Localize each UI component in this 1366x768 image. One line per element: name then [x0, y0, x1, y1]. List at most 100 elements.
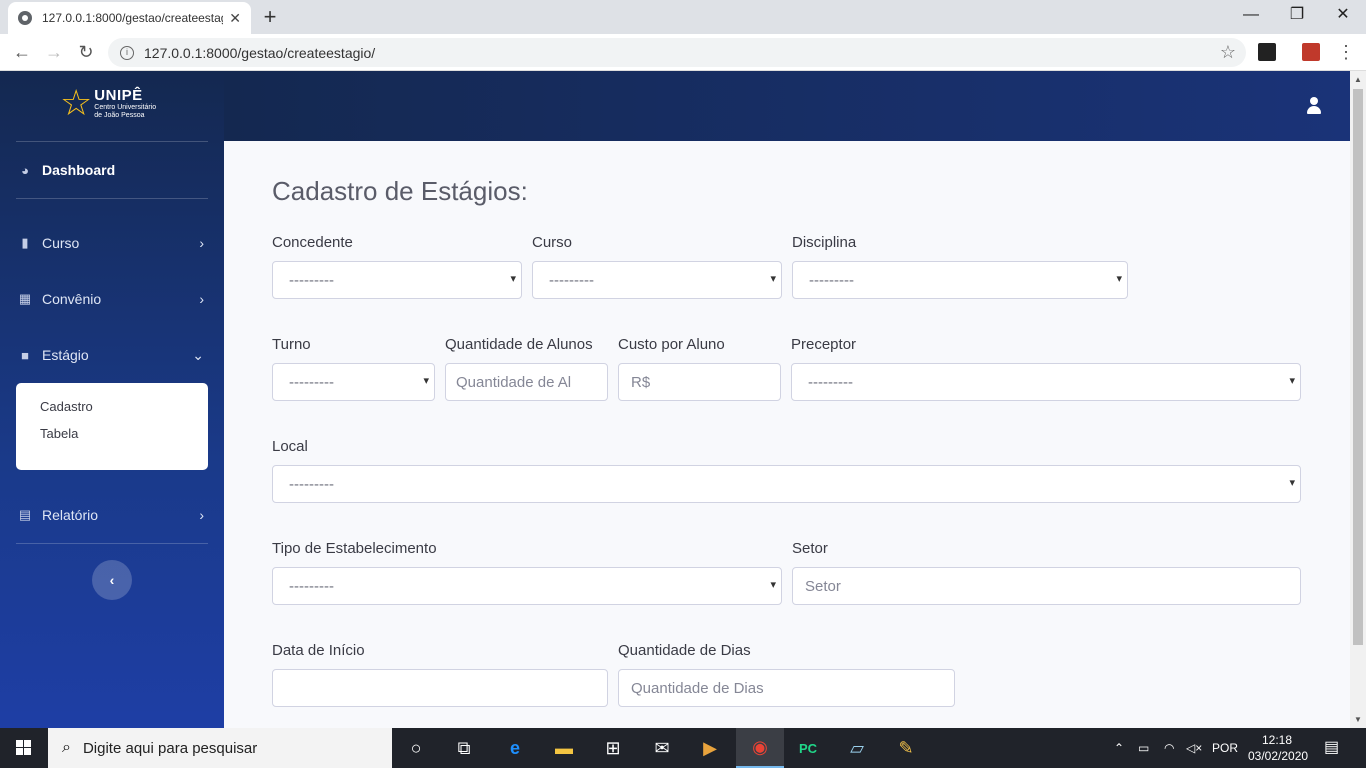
turno-select[interactable]: --------- — [272, 363, 435, 401]
scrollbar-thumb[interactable] — [1353, 89, 1363, 645]
close-window-button[interactable]: ✕ — [1320, 0, 1366, 30]
sidebar-item-convenio[interactable]: ▦ Convênio › — [16, 284, 208, 314]
input-placeholder: Quantidade de Dias — [631, 679, 764, 697]
notifications-icon[interactable]: ▤ — [1324, 728, 1339, 768]
bookmark-icon: ▮ — [21, 235, 29, 250]
setor-label: Setor — [792, 540, 828, 557]
sidebar-item-dashboard[interactable]: ◕ Dashboard — [16, 155, 208, 185]
disciplina-select[interactable]: --------- — [792, 261, 1128, 299]
qtd-dias-input[interactable]: Quantidade de Dias — [618, 669, 955, 707]
input-placeholder: Quantidade de Al — [456, 373, 572, 391]
brand-sub-2: de João Pessoa — [94, 111, 145, 119]
tipo-estabelecimento-label: Tipo de Estabelecimento — [272, 540, 437, 557]
sidebar-item-label: Estágio — [42, 347, 89, 363]
tipo-estabelecimento-select[interactable]: --------- — [272, 567, 782, 605]
custo-input[interactable]: R$ — [618, 363, 781, 401]
sidebar-divider — [16, 141, 208, 142]
sidebar-item-label: Convênio — [42, 291, 102, 307]
select-value: --------- — [289, 373, 334, 391]
media-player-icon[interactable]: ▶ — [686, 728, 734, 768]
turno-label: Turno — [272, 336, 311, 353]
preceptor-field: Preceptor --------- — [791, 336, 1301, 401]
submenu-item-cadastro[interactable]: Cadastro — [16, 393, 208, 420]
curso-label: Curso — [532, 234, 573, 251]
pycharm-icon[interactable]: PC — [784, 728, 832, 768]
chevron-right-icon: › — [199, 291, 204, 307]
extension-icon[interactable] — [1258, 43, 1276, 61]
store-icon[interactable]: ⊞ — [589, 728, 637, 768]
unipe-logo[interactable]: ☆ UNIPÊ Centro Universitário de João Pes… — [60, 85, 156, 121]
web-page: ☆ UNIPÊ Centro Universitário de João Pes… — [0, 71, 1350, 728]
menu-dots-icon[interactable]: ⋮ — [1332, 38, 1360, 66]
page-scrollbar[interactable]: ▲ ▼ — [1350, 71, 1366, 728]
select-value: --------- — [808, 373, 853, 391]
input-placeholder: R$ — [631, 373, 651, 391]
user-icon[interactable] — [1306, 97, 1322, 115]
brand-name: UNIPÊ — [94, 86, 143, 104]
browser-tab-strip: 127.0.0.1:8000/gestao/createestagio/ ✕ +… — [0, 0, 1366, 34]
battery-icon[interactable]: ▭ — [1138, 728, 1149, 768]
local-field: Local --------- — [272, 438, 1301, 503]
notepad-icon[interactable]: ▱ — [833, 728, 881, 768]
wifi-icon[interactable]: ◠ — [1164, 728, 1174, 768]
concedente-field: Concedente --------- — [272, 234, 522, 299]
qtd-alunos-field: Quantidade de Alunos Quantidade de Al — [445, 336, 608, 401]
sidebar-divider — [16, 543, 208, 544]
estagio-submenu: Cadastro Tabela — [16, 383, 208, 470]
start-button[interactable] — [0, 728, 48, 768]
tachometer-icon: ◕ — [21, 162, 29, 178]
preceptor-select[interactable]: --------- — [791, 363, 1301, 401]
address-bar[interactable]: i 127.0.0.1:8000/gestao/createestagio/ ☆ — [108, 38, 1246, 67]
maximize-button[interactable]: ❐ — [1274, 0, 1320, 30]
concedente-label: Concedente — [272, 234, 353, 251]
back-arrow-icon[interactable]: ← — [8, 38, 36, 66]
mail-icon[interactable]: ✉ — [638, 728, 686, 768]
volume-muted-icon[interactable]: ◁× — [1186, 728, 1202, 768]
submenu-item-tabela[interactable]: Tabela — [16, 420, 208, 447]
setor-field: Setor Setor — [792, 540, 1301, 605]
brand-sub-1: Centro Universitário — [94, 103, 157, 111]
custo-field: Custo por Aluno R$ — [618, 336, 781, 401]
bookmark-star-icon[interactable]: ☆ — [1220, 42, 1236, 63]
data-inicio-input[interactable] — [272, 669, 608, 707]
sidebar-item-estagio[interactable]: ■ Estágio ⌄ — [16, 340, 208, 370]
curso-select[interactable]: --------- — [532, 261, 782, 299]
report-icon: ▤ — [18, 507, 32, 522]
taskbar-search[interactable]: ⌕ Digite aqui para pesquisar — [48, 728, 392, 768]
qtd-alunos-input[interactable]: Quantidade de Al — [445, 363, 608, 401]
reload-icon[interactable]: ↻ — [72, 38, 100, 66]
language-indicator[interactable]: POR — [1212, 728, 1238, 768]
sidebar-toggle-button[interactable]: ‹ — [92, 560, 132, 600]
file-explorer-icon[interactable]: ▬ — [540, 728, 588, 768]
new-tab-button[interactable]: + — [260, 4, 280, 30]
concedente-select[interactable]: --------- — [272, 261, 522, 299]
cortana-icon[interactable]: ○ — [392, 728, 440, 768]
chrome-icon[interactable]: ◉ — [736, 728, 784, 768]
topbar — [224, 71, 1350, 141]
chevron-right-icon: › — [199, 235, 204, 251]
taskbar-clock[interactable]: 12:18 03/02/2020 — [1248, 732, 1308, 764]
local-select[interactable]: --------- — [272, 465, 1301, 503]
setor-input[interactable]: Setor — [792, 567, 1301, 605]
minimize-button[interactable]: — — [1228, 0, 1274, 30]
info-icon[interactable]: i — [120, 45, 134, 60]
select-value: --------- — [289, 577, 334, 595]
paint-icon[interactable]: ✎ — [882, 728, 930, 768]
edge-icon[interactable]: e — [491, 728, 539, 768]
scroll-down-icon[interactable]: ▼ — [1354, 715, 1362, 724]
scroll-up-icon[interactable]: ▲ — [1354, 75, 1362, 84]
globe-icon — [18, 11, 32, 25]
task-view-icon[interactable]: ⧉ — [440, 728, 488, 768]
qtd-dias-field: Quantidade de Dias Quantidade de Dias — [618, 642, 955, 707]
sidebar-item-curso[interactable]: ▮ Curso › — [16, 228, 208, 258]
forward-arrow-icon[interactable]: → — [40, 38, 68, 66]
local-label: Local — [272, 438, 308, 455]
close-tab-icon[interactable]: ✕ — [229, 10, 241, 27]
star-logo-icon: ☆ — [60, 82, 93, 123]
pdf-extension-icon[interactable] — [1302, 43, 1320, 61]
browser-tab[interactable]: 127.0.0.1:8000/gestao/createestagio/ ✕ — [8, 2, 251, 34]
sidebar-item-relatorio[interactable]: ▤ Relatório › — [16, 500, 208, 530]
curso-field: Curso --------- — [532, 234, 782, 299]
data-inicio-label: Data de Início — [272, 642, 365, 659]
show-hidden-icons[interactable]: ⌃ — [1114, 728, 1124, 768]
